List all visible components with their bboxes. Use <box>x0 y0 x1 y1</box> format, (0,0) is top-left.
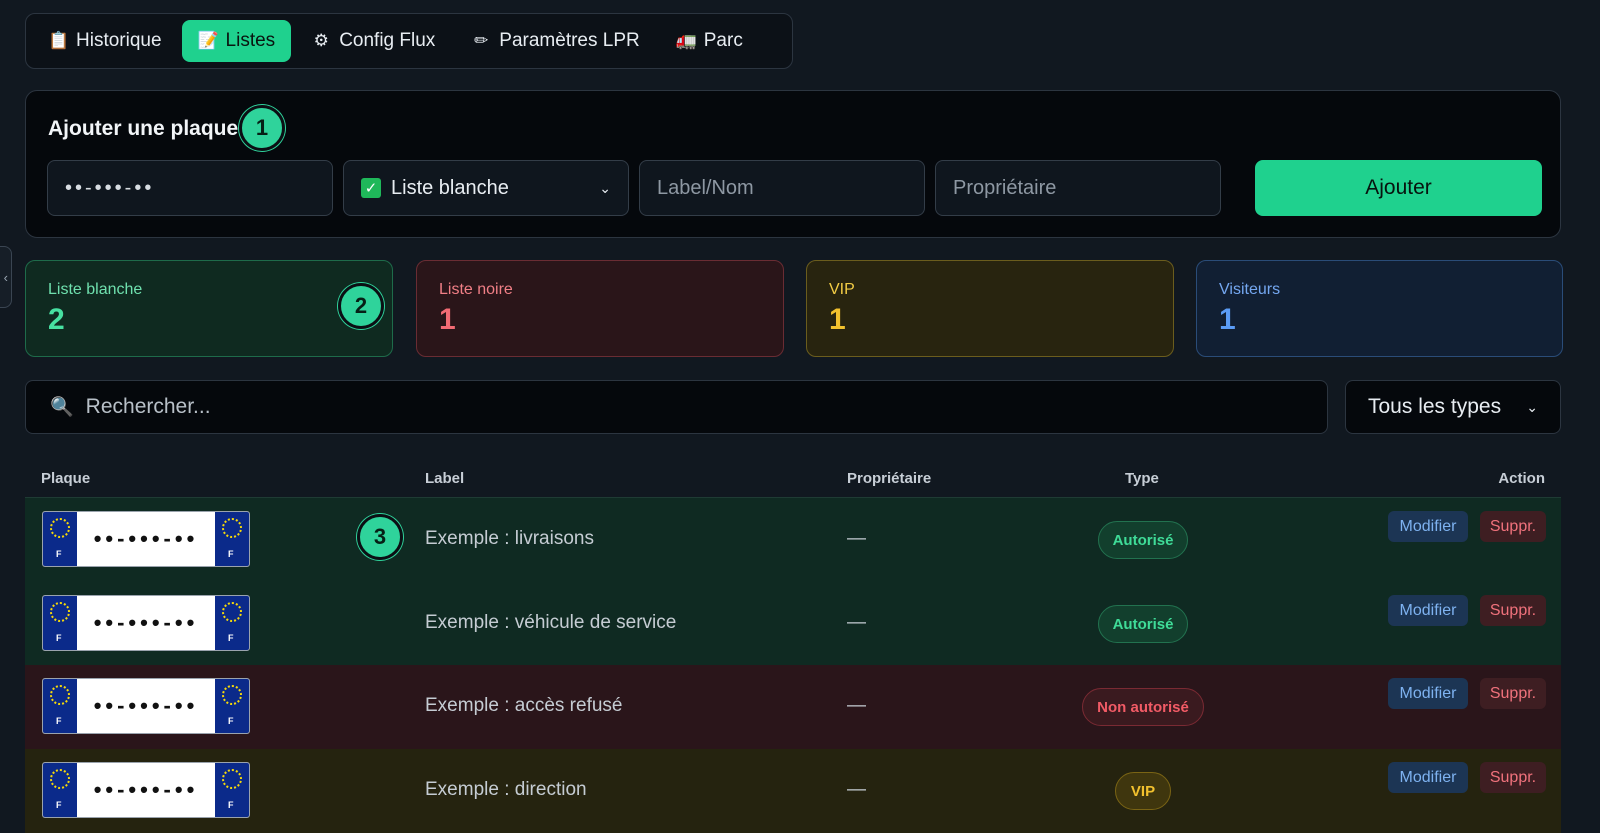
edit-button[interactable]: Modifier <box>1388 762 1468 793</box>
status-badge: Autorisé <box>1098 521 1188 559</box>
plate-number: ••-•••-•• <box>93 693 199 718</box>
stat-value: 1 <box>829 303 846 336</box>
row-owner: — <box>847 528 866 549</box>
status-badge: VIP <box>1115 772 1171 810</box>
row-owner: — <box>847 612 866 633</box>
owner-input[interactable] <box>953 176 1203 200</box>
delete-button[interactable]: Suppr. <box>1480 678 1546 709</box>
row-label: Exemple : livraisons <box>425 528 594 549</box>
header-action: Action <box>1498 470 1545 487</box>
tab-label: Paramètres LPR <box>499 30 640 51</box>
row-label: Exemple : véhicule de service <box>425 612 677 633</box>
tab-historique[interactable]: 📋 Historique <box>32 20 178 62</box>
header-label: Label <box>425 470 465 487</box>
license-plate: F ••-•••-•• F <box>42 678 250 734</box>
row-owner: — <box>847 695 866 716</box>
tab-listes[interactable]: 📝 Listes <box>181 20 292 62</box>
eu-flag-icon: F <box>43 512 77 566</box>
truck-icon: 🚛 <box>675 31 697 50</box>
step-marker-3: 3 <box>357 514 403 560</box>
stat-card-blacklist: Liste noire 1 <box>416 260 784 357</box>
row-label: Exemple : accès refusé <box>425 695 623 716</box>
clipboard-icon: 📋 <box>48 31 70 50</box>
plate-input[interactable]: ••-•••-•• <box>47 160 333 216</box>
plate-number: ••-•••-•• <box>93 526 199 551</box>
edit-button[interactable]: Modifier <box>1388 595 1468 626</box>
license-plate: F ••-•••-•• F <box>42 762 250 818</box>
table-row: F ••-•••-•• F Exemple : véhicule de serv… <box>25 582 1561 666</box>
eu-flag-icon: F <box>43 763 77 817</box>
delete-button[interactable]: Suppr. <box>1480 762 1546 793</box>
plate-input-value: ••-•••-•• <box>65 176 155 199</box>
stat-label: Liste noire <box>439 281 513 298</box>
table-row: F ••-•••-•• F Exemple : direction — VIP … <box>25 749 1561 833</box>
header-plate: Plaque <box>41 470 91 487</box>
gear-icon: ⚙ <box>313 31 329 50</box>
header-owner: Propriétaire <box>847 470 932 487</box>
checkmark-icon: ✓ <box>361 178 381 198</box>
tab-label: Listes <box>225 30 276 51</box>
search-icon: 🔍 <box>50 397 74 418</box>
step-marker-1: 1 <box>239 105 285 151</box>
header-type: Type <box>1125 470 1159 487</box>
row-label: Exemple : direction <box>425 779 587 800</box>
status-badge: Non autorisé <box>1082 688 1204 726</box>
stat-label: Liste blanche <box>48 281 143 298</box>
tab-parametres-lpr[interactable]: ✏ Paramètres LPR <box>455 20 655 62</box>
owner-field[interactable] <box>935 160 1221 216</box>
memo-icon: 📝 <box>197 31 219 50</box>
stat-card-vip: VIP 1 <box>806 260 1174 357</box>
add-plate-title: Ajouter une plaque <box>48 117 239 140</box>
license-plate: F ••-•••-•• F <box>42 595 250 651</box>
eu-flag-icon: F <box>215 679 249 733</box>
row-owner: — <box>847 779 866 800</box>
chevron-down-icon: ⌄ <box>599 179 611 196</box>
list-type-select[interactable]: ✓ Liste blanche ⌄ <box>343 160 629 216</box>
search-bar[interactable]: 🔍 <box>25 380 1328 434</box>
plate-number: ••-•••-•• <box>93 777 199 802</box>
tab-label: Historique <box>76 30 162 51</box>
list-type-value: Liste blanche <box>391 176 509 199</box>
tab-label: Config Flux <box>339 30 436 51</box>
stat-value: 2 <box>48 303 65 336</box>
eu-flag-icon: F <box>215 763 249 817</box>
type-filter-value: Tous les types <box>1368 395 1502 418</box>
add-plate-button[interactable]: Ajouter <box>1255 160 1542 216</box>
type-filter-select[interactable]: Tous les types ⌄ <box>1345 380 1561 434</box>
stat-label: VIP <box>829 281 855 298</box>
search-input[interactable] <box>85 395 1303 419</box>
tab-label: Parc <box>703 30 743 51</box>
collapse-handle[interactable]: ‹ <box>0 246 12 308</box>
chevron-down-icon: ⌄ <box>1526 398 1538 415</box>
delete-button[interactable]: Suppr. <box>1480 511 1546 542</box>
tab-parc[interactable]: 🚛 Parc <box>660 20 759 62</box>
license-plate: F ••-•••-•• F <box>42 511 250 567</box>
table-row: F ••-•••-•• F 3 Exemple : livraisons — A… <box>25 498 1561 582</box>
chevron-left-icon: ‹ <box>3 269 8 285</box>
table-row: F ••-•••-•• F Exemple : accès refusé — N… <box>25 665 1561 749</box>
edit-button[interactable]: Modifier <box>1388 678 1468 709</box>
stat-card-visitors: Visiteurs 1 <box>1196 260 1563 357</box>
status-badge: Autorisé <box>1098 605 1188 643</box>
stat-value: 1 <box>1219 303 1236 336</box>
tab-bar: 📋 Historique 📝 Listes ⚙ Config Flux ✏ Pa… <box>25 13 793 69</box>
stat-card-whitelist: Liste blanche 2 2 <box>25 260 393 357</box>
label-input[interactable] <box>657 176 907 200</box>
eu-flag-icon: F <box>43 679 77 733</box>
pencil-icon: ✏ <box>474 31 489 50</box>
eu-flag-icon: F <box>43 596 77 650</box>
add-plate-card: Ajouter une plaque 1 ••-•••-•• ✓ Liste b… <box>25 90 1561 238</box>
eu-flag-icon: F <box>215 512 249 566</box>
edit-button[interactable]: Modifier <box>1388 511 1468 542</box>
tab-config-flux[interactable]: ⚙ Config Flux <box>295 20 451 62</box>
delete-button[interactable]: Suppr. <box>1480 595 1546 626</box>
step-marker-2: 2 <box>338 283 384 329</box>
stat-value: 1 <box>439 303 456 336</box>
plate-number: ••-•••-•• <box>93 610 199 635</box>
stat-label: Visiteurs <box>1219 281 1281 298</box>
table-header: Plaque Label Propriétaire Type Action <box>25 460 1561 498</box>
label-field[interactable] <box>639 160 925 216</box>
eu-flag-icon: F <box>215 596 249 650</box>
